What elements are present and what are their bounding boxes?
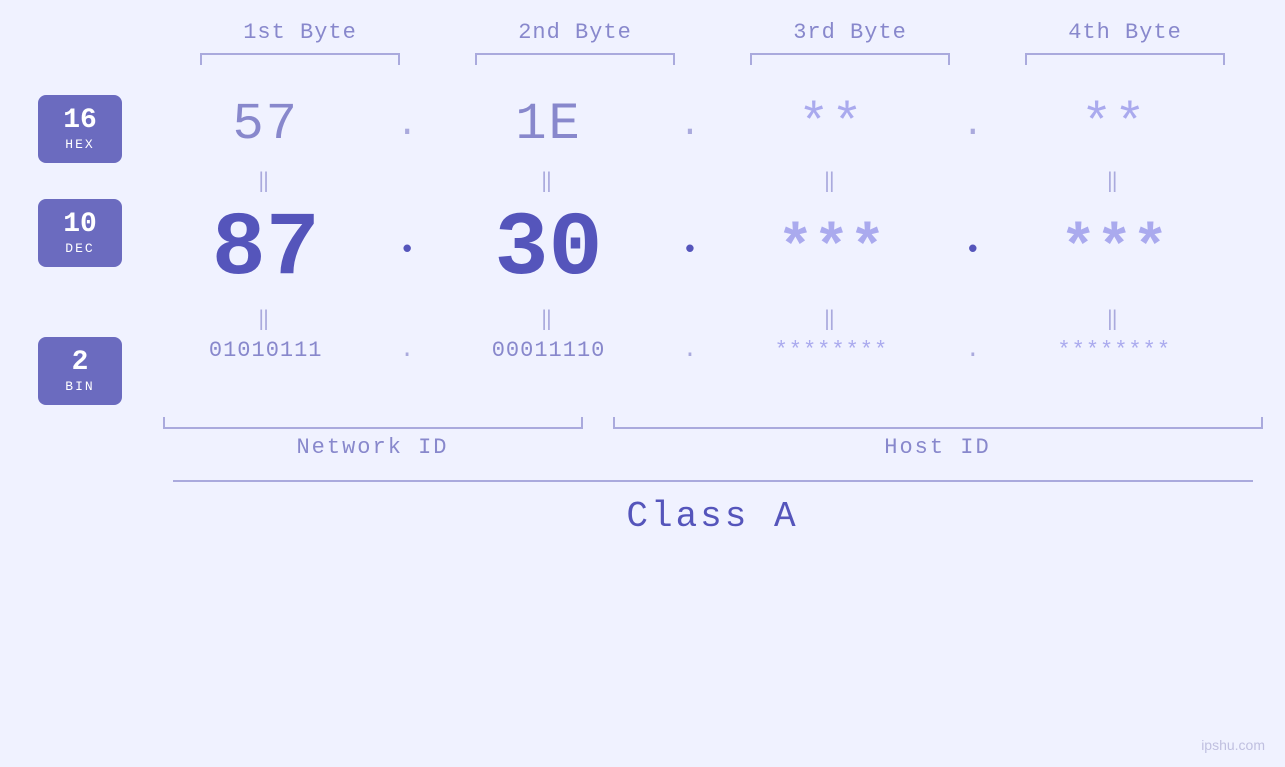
dec-dot1: • — [387, 235, 427, 265]
bin-dot3: . — [953, 337, 993, 364]
dec-row-group: 10 DEC 87 • 30 • *** • *** — [0, 199, 1285, 301]
dec-values: 87 • 30 • *** • *** — [140, 199, 1240, 301]
hex-val4: ** — [1004, 95, 1224, 154]
bracket-byte3 — [750, 53, 950, 65]
hex-val2: 1E — [439, 95, 659, 154]
bin-badge: 2 BIN — [38, 337, 122, 405]
hex-dot2: . — [670, 104, 710, 145]
dec-badge-col: 10 DEC — [0, 199, 140, 267]
dec-badge-num: 10 — [63, 210, 97, 241]
header-byte2: 2nd Byte — [455, 20, 695, 45]
bracket-byte4 — [1025, 53, 1225, 65]
eq-symbols1: ‖ ‖ ‖ ‖ — [140, 163, 1240, 199]
byte-headers: 1st Byte 2nd Byte 3rd Byte 4th Byte — [163, 20, 1263, 45]
hex-val1: 57 — [156, 95, 376, 154]
bracket-byte2 — [475, 53, 675, 65]
dec-val1: 87 — [156, 199, 376, 301]
hex-val3: ** — [721, 95, 941, 154]
top-brackets — [163, 53, 1263, 65]
bin-val4: ******** — [1004, 338, 1224, 363]
dec-badge: 10 DEC — [38, 199, 122, 267]
bin-badge-num: 2 — [72, 348, 89, 379]
dec-badge-label: DEC — [65, 241, 94, 256]
eq-spacer2 — [0, 301, 140, 337]
host-id-label: Host ID — [613, 435, 1263, 460]
header-byte3: 3rd Byte — [730, 20, 970, 45]
hex-dot1: . — [387, 104, 427, 145]
bin-dot2: . — [670, 337, 710, 364]
watermark: ipshu.com — [1201, 737, 1265, 753]
hex-values: 57 . 1E . ** . ** — [140, 95, 1240, 154]
bin-badge-label: BIN — [65, 379, 94, 394]
hex-badge-col: 16 HEX — [0, 95, 140, 163]
bin-dot1: . — [387, 337, 427, 364]
network-bracket — [163, 417, 583, 429]
eq-row1: ‖ ‖ ‖ ‖ — [0, 163, 1285, 199]
hex-badge-num: 16 — [63, 106, 97, 137]
dec-val3: *** — [721, 216, 941, 284]
network-id-label: Network ID — [163, 435, 583, 460]
bottom-brackets — [163, 417, 1263, 429]
bracket-byte1 — [200, 53, 400, 65]
class-bar — [173, 480, 1253, 482]
hex-badge: 16 HEX — [38, 95, 122, 163]
bin-val1: 01010111 — [156, 338, 376, 363]
dec-dot3: • — [953, 235, 993, 265]
eq-row2: ‖ ‖ ‖ ‖ — [0, 301, 1285, 337]
bin-val2: 00011110 — [439, 338, 659, 363]
hex-row-group: 16 HEX 57 . 1E . ** . ** — [0, 95, 1285, 163]
class-label: Class A — [173, 496, 1253, 537]
header-byte1: 1st Byte — [180, 20, 420, 45]
header-byte4: 4th Byte — [1005, 20, 1245, 45]
host-bracket — [613, 417, 1263, 429]
label-gap — [583, 435, 613, 460]
bin-badge-col: 2 BIN — [0, 337, 140, 405]
hex-badge-label: HEX — [65, 137, 94, 152]
dec-dot2: • — [670, 235, 710, 265]
bin-row-group: 2 BIN 01010111 . 00011110 . ******** . *… — [0, 337, 1285, 405]
bin-val3: ******** — [721, 338, 941, 363]
bin-values: 01010111 . 00011110 . ******** . *******… — [140, 337, 1240, 364]
main-container: 1st Byte 2nd Byte 3rd Byte 4th Byte 16 H… — [0, 0, 1285, 767]
hex-dot3: . — [953, 104, 993, 145]
eq-symbols2: ‖ ‖ ‖ ‖ — [140, 301, 1240, 337]
bracket-gap — [583, 417, 613, 429]
dec-val4: *** — [1004, 216, 1224, 284]
bracket-labels: Network ID Host ID — [163, 435, 1263, 460]
dec-val2: 30 — [439, 199, 659, 301]
eq-spacer1 — [0, 163, 140, 199]
